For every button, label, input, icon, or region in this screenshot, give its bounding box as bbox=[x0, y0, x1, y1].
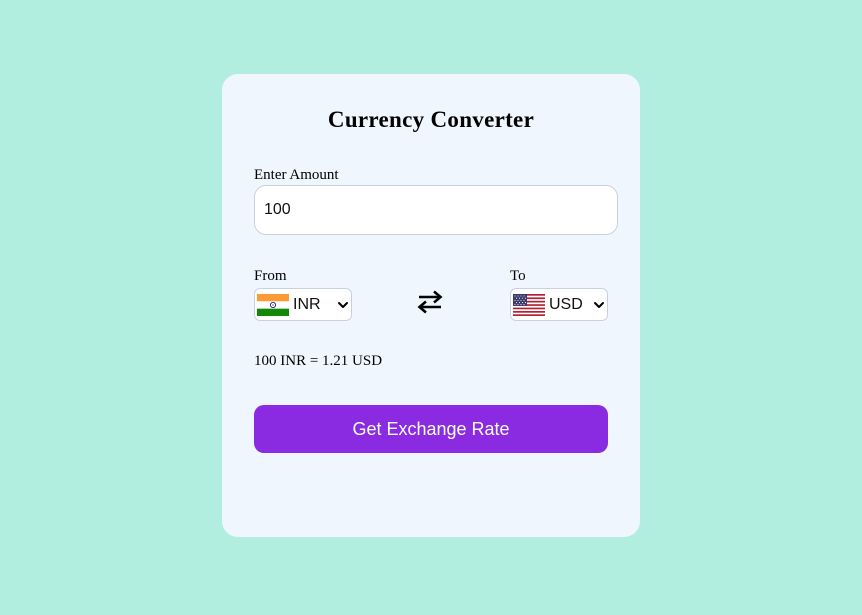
swap-arrows-icon[interactable] bbox=[415, 287, 445, 317]
amount-input[interactable] bbox=[254, 185, 618, 235]
to-currency-select[interactable]: USD bbox=[510, 288, 608, 321]
exchange-result: 100 INR = 1.21 USD bbox=[254, 353, 383, 369]
chevron-down-icon bbox=[338, 301, 348, 308]
from-currency-code: INR bbox=[293, 295, 321, 313]
converter-card: Currency Converter Enter Amount From INR… bbox=[222, 74, 640, 537]
to-label: To bbox=[510, 268, 526, 284]
chevron-down-icon bbox=[594, 301, 604, 308]
to-currency-code: USD bbox=[549, 295, 583, 313]
amount-label: Enter Amount bbox=[254, 167, 339, 183]
from-label: From bbox=[254, 268, 287, 284]
from-currency-select[interactable]: INR bbox=[254, 288, 352, 321]
get-exchange-rate-button[interactable]: Get Exchange Rate bbox=[254, 405, 608, 453]
india-flag-icon bbox=[257, 293, 289, 316]
usa-flag-icon bbox=[513, 293, 545, 316]
page-title: Currency Converter bbox=[327, 107, 535, 132]
